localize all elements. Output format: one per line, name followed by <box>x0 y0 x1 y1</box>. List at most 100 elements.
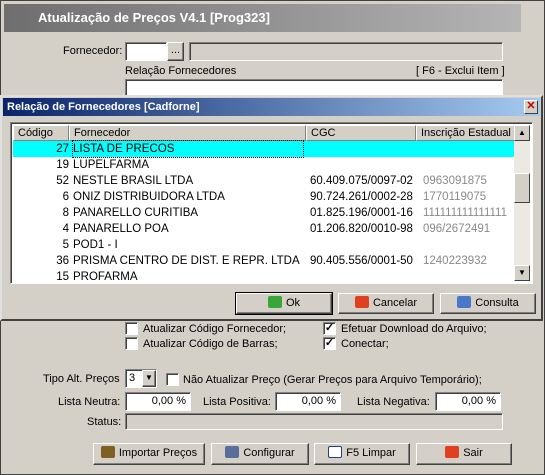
fornecedor-code-input[interactable] <box>125 42 167 61</box>
exit-icon <box>445 446 460 458</box>
atualizar-codigo-fornecedor-label: Atualizar Código Fornecedor; <box>143 323 287 335</box>
cell-codigo: 36 <box>56 255 69 267</box>
relacao-fornecedores-dialog: Relação de Fornecedores [Cadforne] ✕ Cód… <box>0 95 543 321</box>
table-row[interactable]: 4 PANARELLO POA 01.206.820/0010-98 096/2… <box>13 221 516 237</box>
nao-atualizar-preco-label: Não Atualizar Preço (Gerar Preços para A… <box>183 374 482 386</box>
tipo-alt-precos-value: 3 <box>129 372 136 384</box>
table-row[interactable]: 19 LUPELFARMA <box>13 157 516 173</box>
nao-atualizar-preco-checkbox[interactable] <box>166 373 179 386</box>
cell-cgc: 90.405.556/0001-50 <box>310 255 413 267</box>
lista-neutra-input[interactable]: 0,00 % <box>125 392 191 411</box>
grid-scrollbar[interactable]: ▲ ▼ <box>514 125 530 281</box>
configurar-button[interactable]: Configurar <box>211 443 309 465</box>
cell-cgc: 90.724.261/0002-28 <box>310 191 413 203</box>
cancel-icon <box>354 296 369 308</box>
importar-precos-button[interactable]: Importar Preços <box>93 443 205 465</box>
fornecedores-grid[interactable]: Código Fornecedor CGC Inscrição Estadual… <box>10 122 533 284</box>
consulta-label: Consulta <box>475 297 519 309</box>
cell-ie: 1240223932 <box>423 255 487 267</box>
cell-ie: 0963091875 <box>423 175 487 187</box>
ok-button[interactable]: Ok <box>235 292 333 315</box>
sair-button[interactable]: Sair <box>416 443 512 465</box>
cancelar-button[interactable]: Cancelar <box>338 293 434 314</box>
tipo-alt-precos-label: Tipo Alt. Preços <box>43 373 120 385</box>
atualizar-codigo-fornecedor-checkbox[interactable] <box>125 322 138 335</box>
scroll-up-icon[interactable]: ▲ <box>514 125 530 141</box>
consulta-button[interactable]: Consulta <box>440 293 536 314</box>
conectar-checkbox[interactable]: ✓ <box>323 337 336 350</box>
config-icon <box>225 446 240 458</box>
cell-fornecedor: PROFARMA <box>73 271 138 283</box>
cell-fornecedor: POD1 - I <box>73 239 118 251</box>
cancelar-label: Cancelar <box>372 297 418 309</box>
clear-icon <box>328 446 343 458</box>
status-field <box>125 413 503 430</box>
efetuar-download-checkbox[interactable]: ✓ <box>323 322 336 335</box>
relacao-hint: [ F6 - Exclui Item ] <box>416 65 505 77</box>
grid-header: Código Fornecedor CGC Inscrição Estadual <box>13 125 518 141</box>
lista-positiva-label: Lista Positiva: <box>203 396 271 408</box>
chevron-down-icon[interactable]: ▼ <box>142 370 156 387</box>
dialog-title: Relação de Fornecedores [Cadforne] ✕ <box>3 98 540 116</box>
cell-ie: 096/2672491 <box>423 223 491 235</box>
cell-fornecedor: LUPELFARMA <box>73 159 150 171</box>
column-header-inscricao-estadual[interactable]: Inscrição Estadual <box>416 125 518 141</box>
column-header-fornecedor[interactable]: Fornecedor <box>69 125 306 141</box>
tipo-alt-precos-select[interactable]: 3 ▼ <box>125 369 157 388</box>
table-row[interactable]: 36 PRISMA CENTRO DE DIST. E REPR. LTDA 9… <box>13 253 516 269</box>
cell-cgc: 01.206.820/0010-98 <box>310 223 413 235</box>
dialog-title-text: Relação de Fornecedores [Cadforne] <box>7 101 200 113</box>
cell-codigo: 27 <box>56 143 69 155</box>
cell-ie: 1770119075 <box>423 191 487 203</box>
lista-negativa-label: Lista Negativa: <box>357 396 430 408</box>
table-row[interactable]: 5 POD1 - I <box>13 237 516 253</box>
ok-icon <box>267 296 282 308</box>
cell-fornecedor: ONIZ DISTRIBUIDORA LTDA <box>73 191 225 203</box>
column-header-cgc[interactable]: CGC <box>306 125 416 141</box>
column-header-codigo[interactable]: Código <box>13 125 69 141</box>
lista-negativa-input[interactable]: 0,00 % <box>435 392 501 411</box>
cell-cgc: 60.409.075/0097-02 <box>310 175 413 187</box>
atualizar-codigo-barras-label: Atualizar Código de Barras; <box>143 338 278 350</box>
cell-codigo: 5 <box>62 239 69 251</box>
limpar-label: F5 Limpar <box>346 447 396 459</box>
scroll-thumb[interactable] <box>514 173 530 203</box>
limpar-button[interactable]: F5 Limpar <box>314 443 410 465</box>
table-row[interactable]: 6 ONIZ DISTRIBUIDORA LTDA 90.724.261/000… <box>13 189 516 205</box>
status-label: Status: <box>87 416 122 428</box>
cell-codigo: 19 <box>56 159 69 171</box>
cell-cgc: 01.825.196/0001-16 <box>310 207 413 219</box>
cell-ie: 111111111111111 <box>423 207 507 219</box>
conectar-label: Conectar; <box>341 338 389 350</box>
configurar-label: Configurar <box>243 447 295 459</box>
main-window-title: Atualização de Preços V4.1 [Prog323] <box>4 4 521 32</box>
cell-fornecedor: LISTA DE PRECOS <box>72 140 304 158</box>
cell-codigo: 15 <box>56 271 69 283</box>
cell-fornecedor: PANARELLO CURITIBA <box>73 207 199 219</box>
fornecedor-search-button[interactable]: ... <box>167 42 184 61</box>
table-row[interactable]: 8 PANARELLO CURITIBA 01.825.196/0001-16 … <box>13 205 516 221</box>
relacao-fornecedores-label: Relação Fornecedores <box>125 65 237 77</box>
close-icon[interactable]: ✕ <box>524 100 538 114</box>
fornecedor-name-field <box>189 42 503 61</box>
cell-codigo: 52 <box>56 175 69 187</box>
table-row[interactable]: 27 LISTA DE PRECOS <box>13 140 516 158</box>
lista-neutra-label: Lista Neutra: <box>58 396 121 408</box>
efetuar-download-label: Efetuar Download do Arquivo; <box>341 323 487 335</box>
importar-precos-label: Importar Preços <box>118 447 198 459</box>
cell-codigo: 4 <box>62 223 69 235</box>
cell-codigo: 8 <box>62 207 69 219</box>
table-row[interactable]: 52 NESTLE BRASIL LTDA 60.409.075/0097-02… <box>13 173 516 189</box>
atualizar-codigo-barras-checkbox[interactable] <box>125 337 138 350</box>
scroll-down-icon[interactable]: ▼ <box>514 265 530 281</box>
table-row[interactable]: 15 PROFARMA <box>13 269 516 283</box>
lista-positiva-input[interactable]: 0,00 % <box>275 392 341 411</box>
consulta-icon <box>457 296 472 308</box>
cell-codigo: 6 <box>62 191 69 203</box>
import-icon <box>100 446 115 458</box>
sair-label: Sair <box>463 447 483 459</box>
cell-fornecedor: PRISMA CENTRO DE DIST. E REPR. LTDA <box>73 255 300 267</box>
cell-fornecedor: PANARELLO POA <box>73 223 169 235</box>
ok-label: Ok <box>285 297 301 309</box>
cell-fornecedor: NESTLE BRASIL LTDA <box>73 175 194 187</box>
